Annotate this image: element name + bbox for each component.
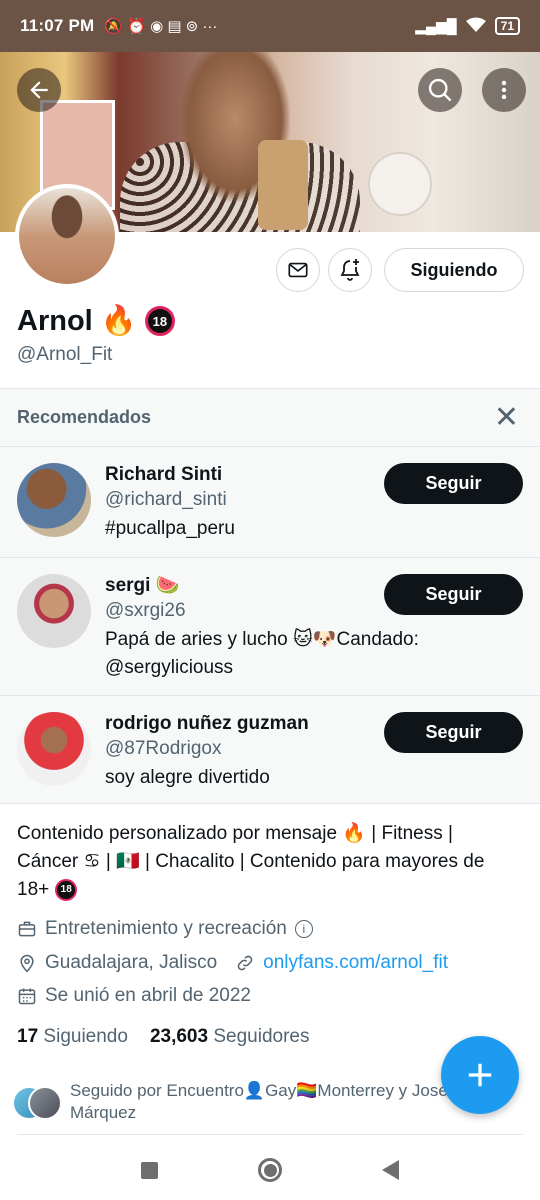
divider [17, 1134, 523, 1135]
back-arrow-icon [30, 81, 48, 99]
more-button[interactable] [482, 68, 526, 112]
wifi-icon [465, 17, 487, 36]
mail-icon [288, 262, 308, 278]
more-vertical-icon [501, 80, 507, 100]
search-button[interactable] [418, 68, 462, 112]
notifications-button[interactable] [328, 248, 372, 292]
signal-icon: ▂▄▆█ [415, 17, 457, 34]
status-bar: 11:07 PM 🔕 ⏰ ◉ ▤ ⊚ ··· ▂▄▆█ 71 [0, 0, 540, 52]
follow-button[interactable]: Seguir [384, 712, 523, 753]
calendar-icon [18, 988, 36, 1005]
followed-by-text: Seguido por Encuentro👤Gay🏳️‍🌈Monterrey y… [70, 1080, 448, 1124]
recommended-header: Recomendados ✕ [0, 389, 540, 447]
message-button[interactable] [276, 248, 320, 292]
search-icon [428, 78, 452, 102]
battery-icon: 71 [494, 17, 520, 35]
followed-by-avatars [12, 1086, 62, 1122]
system-nav-bar [0, 1140, 540, 1200]
following-count: 17 [17, 1026, 39, 1047]
avatar[interactable] [17, 712, 91, 786]
followed-by-line: Márquez [70, 1103, 137, 1122]
home-icon[interactable] [258, 1158, 282, 1182]
recommended-item[interactable]: rodrigo nuñez guzman @87Rodrigox soy ale… [0, 696, 540, 804]
category-row: Entretenimiento y recreación i [17, 918, 313, 940]
banner-wall-disc [368, 152, 432, 216]
recommended-item[interactable]: Richard Sinti @richard_sinti #pucallpa_p… [0, 447, 540, 558]
profile-handle: @Arnol_Fit [17, 344, 113, 365]
recommended-bio: Papá de aries y lucho 🐱🐶Candado: [105, 629, 419, 650]
following-label: Siguiendo [43, 1026, 128, 1047]
location-pin-icon [20, 954, 34, 973]
back-triangle-icon[interactable] [382, 1160, 399, 1180]
notification-icons: 🔕 ⏰ ◉ ▤ ⊚ ··· [104, 18, 218, 35]
plus-icon [468, 1063, 492, 1087]
followers-label: Seguidores [213, 1026, 310, 1047]
avatar[interactable] [17, 463, 91, 537]
following-button[interactable]: Siguiendo [384, 248, 524, 292]
profile-name-row: Arnol 🔥 18 [17, 304, 175, 338]
avatar [28, 1086, 62, 1120]
profile-name: Arnol 🔥 [17, 305, 137, 337]
avatar[interactable] [17, 574, 91, 648]
recommended-panel: Recomendados ✕ Richard Sinti @richard_si… [0, 388, 540, 804]
link-icon [237, 955, 253, 971]
profile-stats: 17 Siguiendo 23,603 Seguidores [17, 1026, 309, 1048]
info-icon[interactable]: i [294, 920, 313, 938]
location-link-row: Guadalajara, Jalisco onlyfans.com/arnol_… [17, 952, 448, 974]
followed-by-line: Seguido por Encuentro👤Gay🏳️‍🌈Monterrey y… [70, 1081, 448, 1100]
recommended-item[interactable]: sergi 🍉 @sxrgi26 Papá de aries y lucho 🐱… [0, 558, 540, 696]
compose-button[interactable] [441, 1036, 519, 1114]
recents-icon[interactable] [141, 1161, 158, 1179]
recommended-title: Recomendados [17, 407, 152, 427]
follow-button[interactable]: Seguir [384, 463, 523, 504]
back-button[interactable] [17, 68, 61, 112]
bell-plus-icon [340, 259, 360, 281]
joined-row: Se unió en abril de 2022 [17, 985, 251, 1007]
recommended-bio-mention[interactable]: @sergyliciouss [105, 654, 523, 682]
recommended-bio: soy alegre divertido [105, 767, 270, 788]
bio-line: Contenido personalizado por mensaje 🔥 | … [17, 823, 453, 844]
bio-line: Cáncer ♋ | 🇲🇽 | Chacalito | Contenido pa… [17, 851, 485, 872]
adult-badge: 18 [144, 306, 175, 336]
bio-line: 18+ [17, 879, 50, 900]
following-stat[interactable]: 17 Siguiendo [17, 1026, 128, 1048]
profile-joined: Se unió en abril de 2022 [45, 985, 251, 1006]
close-icon[interactable]: ✕ [494, 402, 523, 433]
briefcase-icon [18, 921, 36, 937]
profile-location: Guadalajara, Jalisco [45, 952, 218, 973]
profile-link[interactable]: onlyfans.com/arnol_fit [263, 952, 448, 974]
profile-avatar[interactable] [15, 184, 119, 288]
banner-phone [258, 140, 308, 230]
followed-by[interactable]: Seguido por Encuentro👤Gay🏳️‍🌈Monterrey y… [12, 1080, 472, 1124]
bio-line-row: 18+ 18 [17, 876, 527, 904]
follow-button[interactable]: Seguir [384, 574, 523, 615]
followers-stat[interactable]: 23,603 Seguidores [150, 1026, 310, 1048]
status-right: ▂▄▆█ 71 [415, 17, 520, 36]
profile-category: Entretenimiento y recreación [45, 918, 287, 939]
followers-count: 23,603 [149, 1026, 209, 1047]
status-time: 11:07 PM [20, 16, 95, 35]
recommended-bio: #pucallpa_peru [105, 518, 235, 539]
profile-bio: Contenido personalizado por mensaje 🔥 | … [17, 820, 527, 904]
adult-badge: 18 [55, 879, 78, 901]
